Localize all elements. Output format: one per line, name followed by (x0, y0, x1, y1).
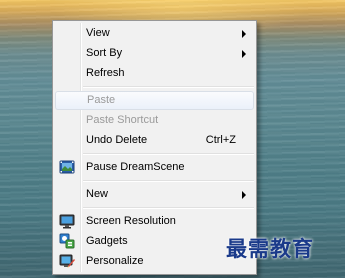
menu-item-label: New (86, 188, 109, 200)
menu-item-label: Screen Resolution (86, 215, 176, 227)
menu-item-label: View (86, 27, 110, 39)
menu-item-label: Gadgets (86, 235, 128, 247)
watermark-text: 最需教育 (226, 236, 314, 261)
menu-separator (83, 180, 254, 182)
menu-item-gadgets[interactable]: Gadgets (55, 232, 254, 251)
menu-item-label: Refresh (86, 67, 125, 79)
menu-item-label: Undo Delete (86, 134, 148, 146)
menu-separator (83, 86, 254, 88)
menu-item-new[interactable]: New (55, 185, 254, 204)
menu-item-view[interactable]: View (55, 24, 254, 43)
menu-item-label: Sort By (86, 47, 123, 59)
menu-separator (83, 153, 254, 155)
menu-item-label: Personalize (86, 255, 144, 267)
gadgets-icon (59, 233, 75, 249)
menu-item-pause-dreamscene[interactable]: Pause DreamScene (55, 158, 254, 177)
monitor-icon (59, 213, 75, 229)
menu-item-shortcut: Ctrl+Z (205, 134, 236, 146)
menu-item-undo-delete[interactable]: Undo Delete Ctrl+Z (55, 131, 254, 150)
submenu-arrow-icon (242, 191, 246, 199)
menu-separator (83, 207, 254, 209)
dreamscene-icon (59, 159, 75, 175)
menu-item-label: Paste (87, 94, 116, 106)
menu-item-personalize[interactable]: Personalize (55, 252, 254, 271)
menu-item-label: Pause DreamScene (86, 161, 185, 173)
menu-item-screen-resolution[interactable]: Screen Resolution (55, 212, 254, 231)
menu-item-paste[interactable]: Paste (55, 91, 254, 110)
submenu-arrow-icon (242, 50, 246, 58)
menu-item-paste-shortcut[interactable]: Paste Shortcut (55, 111, 254, 130)
submenu-arrow-icon (242, 30, 246, 38)
personalize-icon (59, 253, 75, 269)
menu-item-label: Paste Shortcut (86, 114, 159, 126)
menu-item-refresh[interactable]: Refresh (55, 64, 254, 83)
menu-item-sort-by[interactable]: Sort By (55, 44, 254, 63)
